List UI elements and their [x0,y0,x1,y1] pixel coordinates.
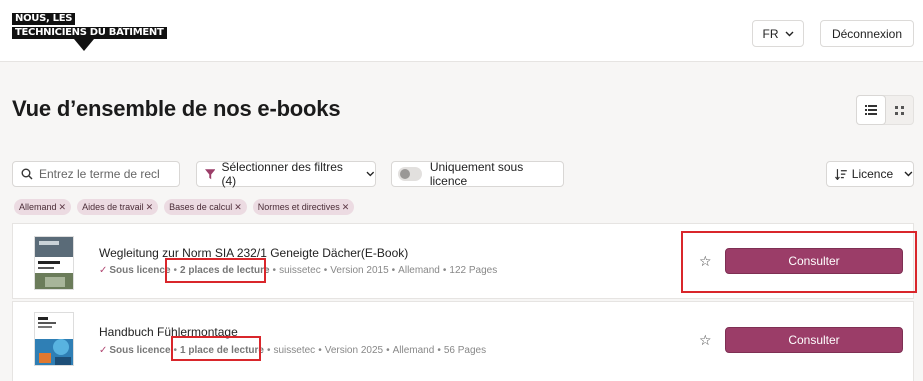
filter-dropdown[interactable]: Sélectionner des filtres (4) [196,160,376,188]
separator: • [437,345,441,356]
logo-pointer-shape [74,39,94,51]
publisher: suissetec [273,345,316,356]
grid-view-button[interactable] [885,96,913,124]
highlight-box-consult-1 [681,231,917,293]
logo-line-2: TECHNICIENS DU BÂTIMENT [12,27,167,39]
book-meta: ✓ Sous licence • 2 places de lecture • s… [99,265,497,276]
language-label: FR [762,26,779,41]
book-meta: ✓ Sous licence • 1 place de lecture • su… [99,345,486,356]
filter-icon [205,168,216,179]
highlight-box-places-2 [171,336,261,361]
filter-tag-label: Normes et directives [257,202,340,212]
close-icon[interactable]: ✕ [234,202,242,213]
chevron-down-icon [785,31,793,36]
search-box [12,161,180,187]
logout-label: Déconnexion [831,26,903,41]
filter-tag-label: Aides de travail [82,202,144,212]
close-icon[interactable]: ✕ [59,202,67,213]
book-language: Allemand [392,345,435,356]
version: Version 2015 [330,265,389,276]
licence-only-toggle[interactable]: Uniquement sous licence [391,160,564,188]
list-icon [865,105,877,115]
book-cover[interactable] [34,312,74,366]
separator: • [272,265,277,276]
view-toggle [856,95,914,125]
sort-dropdown[interactable]: Licence [826,161,914,187]
book-language: Allemand [398,265,440,276]
close-icon[interactable]: ✕ [146,202,154,213]
licence-status: Sous licence [109,345,171,356]
close-icon[interactable]: ✕ [342,202,350,213]
filter-tag[interactable]: Aides de travail ✕ [77,199,159,215]
page-count: 122 Pages [449,265,498,276]
filter-tag[interactable]: Bases de calcul ✕ [164,199,247,215]
sort-icon [835,168,847,180]
separator: • [391,265,396,276]
search-icon [21,168,33,180]
chevron-down-icon [366,171,375,177]
check-icon: ✓ [99,345,108,356]
licence-status: Sous licence [109,265,171,276]
highlight-box-places-1 [165,258,266,283]
logout-button[interactable]: Déconnexion [820,20,914,47]
page-count: 56 Pages [443,345,487,356]
page-title: Vue d’ensemble de nos e-books [12,96,341,121]
book-cover[interactable] [34,236,74,290]
consult-button[interactable]: Consulter [725,327,903,353]
logo-line-1: NOUS, LES [12,13,76,25]
search-input[interactable] [39,167,159,181]
publisher: suissetec [279,265,321,276]
list-view-button[interactable] [857,96,885,124]
filter-tag-label: Bases de calcul [169,202,233,212]
separator: • [386,345,390,356]
separator: • [318,345,322,356]
licence-only-label: Uniquement sous licence [429,160,524,188]
chevron-down-icon [904,171,913,177]
grid-icon [894,105,904,115]
separator: • [266,345,271,356]
filter-tag[interactable]: Allemand ✕ [14,199,72,215]
check-icon: ✓ [99,265,108,276]
cover-image [35,313,73,365]
language-select[interactable]: FR [752,20,804,47]
separator: • [442,265,447,276]
sort-label: Licence [851,167,894,181]
filter-tag[interactable]: Normes et directives ✕ [252,199,355,215]
favorite-star-icon[interactable]: ☆ [699,332,712,349]
toggle-switch[interactable] [398,167,422,181]
book-row: Handbuch Fühlermontage ✓ Sous licence • … [12,301,914,381]
top-bar: NOUS, LES TECHNICIENS DU BÂTIMENT FR Déc… [0,0,923,62]
cover-image [35,237,73,289]
filter-tag-label: Allemand [19,202,57,212]
logo[interactable]: NOUS, LES TECHNICIENS DU BÂTIMENT [12,13,167,55]
filter-label: Sélectionner des filtres (4) [221,160,343,188]
version: Version 2025 [324,345,384,356]
separator: • [323,265,328,276]
active-filter-tags: Allemand ✕ Aides de travail ✕ Bases de cal… [14,199,355,215]
